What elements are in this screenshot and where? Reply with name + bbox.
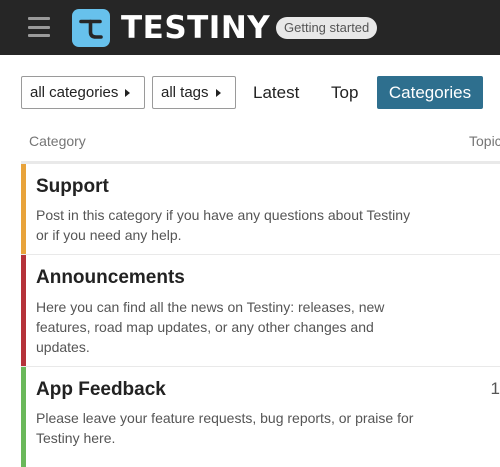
tags-dropdown-label: all tags <box>161 84 209 101</box>
nav-latest[interactable]: Latest <box>253 76 299 109</box>
category-row-announcements[interactable]: Announcements Here you can find all the … <box>21 255 500 367</box>
nav-top[interactable]: Top <box>331 76 358 109</box>
column-header-topics: Topic <box>469 133 500 149</box>
brand-name[interactable]: TESTINY <box>121 9 270 47</box>
nav-categories-active[interactable]: Categories <box>377 76 483 109</box>
category-color-bar <box>21 367 26 467</box>
tags-dropdown[interactable]: all tags <box>152 76 236 109</box>
category-description: Post in this category if you have any qu… <box>36 207 411 243</box>
category-row-app-feedback[interactable]: App Feedback Please leave your feature r… <box>21 367 500 467</box>
caret-right-icon <box>125 88 131 97</box>
category-description: Please leave your feature requests, bug … <box>36 410 414 446</box>
category-row-support[interactable]: Support Post in this category if you hav… <box>21 164 500 255</box>
hamburger-menu-icon[interactable] <box>28 17 50 37</box>
testiny-logo-icon[interactable] <box>72 9 110 47</box>
category-color-bar <box>21 164 26 254</box>
category-title[interactable]: Announcements <box>36 267 185 289</box>
caret-right-icon <box>215 88 221 97</box>
column-header-category: Category <box>29 133 86 149</box>
getting-started-badge[interactable]: Getting started <box>276 17 378 39</box>
site-header: TESTINY Getting started <box>0 0 500 55</box>
category-title[interactable]: App Feedback <box>36 379 166 401</box>
categories-dropdown[interactable]: all categories <box>21 76 145 109</box>
category-topic-count: 1 <box>490 379 500 398</box>
category-title[interactable]: Support <box>36 176 109 198</box>
categories-dropdown-label: all categories <box>30 84 119 101</box>
category-color-bar <box>21 255 26 366</box>
category-description: Here you can find all the news on Testin… <box>36 299 385 355</box>
